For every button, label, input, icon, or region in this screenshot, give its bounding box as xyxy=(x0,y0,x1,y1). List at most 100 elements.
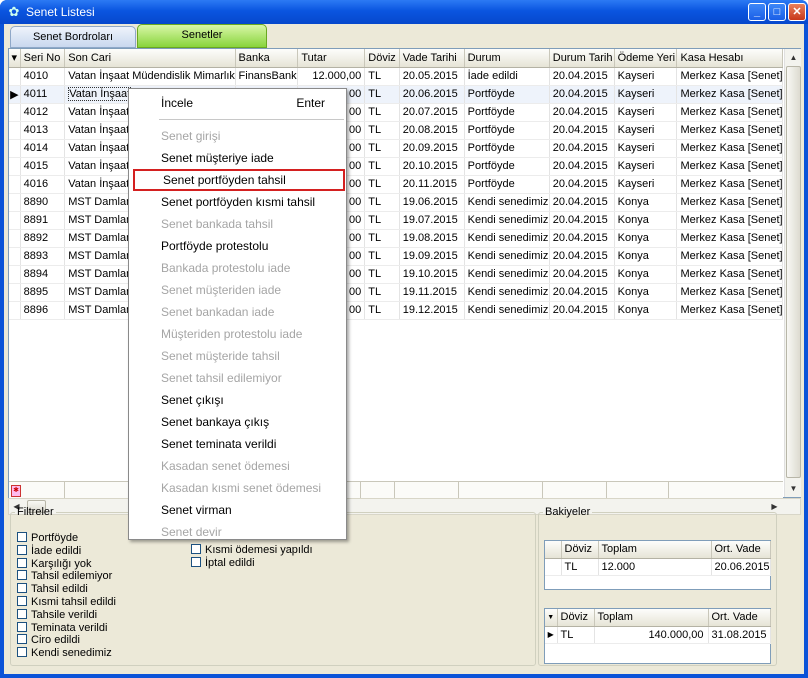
menu-item-senet-bankaya-cikis[interactable]: Senet bankaya çıkış xyxy=(133,411,345,433)
table-row[interactable]: 4012 Vatan İnşaat 00 TL 20.07.2015 Portföyde 2… xyxy=(9,103,783,122)
tab-senetler[interactable]: Senetler xyxy=(137,24,267,48)
balance2-col-toplam[interactable]: Toplam xyxy=(594,609,709,627)
minimize-button[interactable]: _ xyxy=(748,3,766,21)
cell-vade-tarihi: 20.09.2015 xyxy=(399,139,465,158)
balance1-col-doviz[interactable]: Döviz xyxy=(561,541,599,559)
checkbox[interactable] xyxy=(191,544,201,554)
filter-tahsile-verildi[interactable]: Tahsile verildi xyxy=(17,608,97,622)
row-indicator xyxy=(9,229,21,248)
filter-kismi-tahsil-edildi[interactable]: Kısmi tahsil edildi xyxy=(17,596,116,609)
filter-portfoyde[interactable]: Portföyde xyxy=(17,532,78,545)
filter-kendi-senedimiz[interactable]: Kendi senedimiz xyxy=(17,647,112,660)
balance1-col-ortvade[interactable]: Ort. Vade xyxy=(711,541,771,559)
menu-separator xyxy=(159,119,344,120)
column-header-kasa-hesabi[interactable]: Kasa Hesabı xyxy=(676,49,783,68)
column-header-vade-tarihi[interactable]: Vade Tarihi xyxy=(399,49,465,68)
column-header-banka[interactable]: Banka xyxy=(235,49,299,68)
menu-item-label: Bankada protestolu iade xyxy=(161,261,291,275)
cell-doviz: TL xyxy=(364,67,400,86)
column-header-durum-tarih[interactable]: Durum Tarih xyxy=(549,49,615,68)
column-header-seri-no[interactable]: Seri No xyxy=(20,49,66,68)
filter-kismi-odemesi-yapildi[interactable]: Kısmi ödemesi yapıldı xyxy=(191,544,313,557)
menu-item-portfoyde-protestolu[interactable]: Portföyde protestolu xyxy=(133,235,345,257)
checkbox[interactable] xyxy=(17,557,27,568)
table-row[interactable]: 4010 Vatan İnşaat Müdendislik Mimarlık Fin… xyxy=(9,67,783,86)
checkbox[interactable] xyxy=(17,634,27,645)
cell-doviz: TL xyxy=(364,121,400,140)
maximize-button[interactable]: □ xyxy=(768,3,786,21)
checkbox[interactable] xyxy=(17,583,27,594)
checkbox[interactable] xyxy=(17,596,27,606)
column-header-durum[interactable]: Durum xyxy=(464,49,550,68)
vertical-scrollbar[interactable]: ▲ ▼ xyxy=(784,49,801,497)
filter-i-ptal-edildi[interactable]: İptal edildi xyxy=(191,557,255,570)
menu-item-senet-virman[interactable]: Senet virman xyxy=(133,499,345,521)
cell-seri-no: 8894 xyxy=(20,265,66,284)
cell-durum: Kendi senedimiz xyxy=(464,193,550,212)
balance2-row[interactable]: ▶ TL 140.000,00 31.08.2015 xyxy=(545,626,771,644)
column-menu-icon[interactable]: ▾ xyxy=(9,49,21,68)
menu-item-senet-portfoyden-kismi-tahsil[interactable]: Senet portföyden kısmi tahsil xyxy=(133,191,345,213)
table-row[interactable]: 4014 Vatan İnşaat 00 TL 20.09.2015 Portföyde 2… xyxy=(9,139,783,158)
row-indicator xyxy=(9,139,21,158)
table-row[interactable]: 8892 MST Damlam 00 TL 19.08.2015 Kendi senedi… xyxy=(9,229,783,248)
client-area: Senet Bordroları Senetler ▾ Seri No Son Ca… xyxy=(4,24,804,674)
column-header-son-cari[interactable]: Son Cari xyxy=(64,49,236,68)
scroll-down-icon[interactable]: ▼ xyxy=(785,480,802,497)
checkbox[interactable] xyxy=(17,608,27,619)
filter-karsiligi-yok[interactable]: Karşılığı yok xyxy=(17,557,92,571)
title-bar[interactable]: ✿ Senet Listesi _ □ ✕ xyxy=(0,0,808,24)
table-row[interactable]: 8896 MST Damlam 00 TL 19.12.2015 Kendi senedi… xyxy=(9,301,783,320)
menu-item-senet-teminata-verildi[interactable]: Senet teminata verildi xyxy=(133,433,345,455)
table-row[interactable]: 8893 MST Damlam 00 TL 19.09.2015 Kendi senedi… xyxy=(9,247,783,266)
checkbox[interactable] xyxy=(17,621,27,632)
filter-ciro-edildi[interactable]: Ciro edildi xyxy=(17,634,80,647)
cell-odeme-yeri: Konya xyxy=(614,265,678,284)
menu-item-i-ncele[interactable]: İncele Enter xyxy=(133,92,345,114)
checkbox[interactable] xyxy=(17,544,27,555)
cell-kasa-hesabi: Merkez Kasa [Senet] xyxy=(676,121,783,140)
close-button[interactable]: ✕ xyxy=(788,3,806,21)
balance2-col-doviz[interactable]: Döviz xyxy=(557,609,595,627)
table-row[interactable]: 4013 Vatan İnşaat 00 TL 20.08.2015 Portföyde 2… xyxy=(9,121,783,140)
table-row[interactable]: 4016 Vatan İnşaat 00 TL 20.11.2015 Portföyde 2… xyxy=(9,175,783,194)
window: ✿ Senet Listesi _ □ ✕ Senet Bordroları S… xyxy=(0,0,808,678)
balance2-col-ortvade[interactable]: Ort. Vade xyxy=(708,609,771,627)
menu-item-label: Kasadan kısmi senet ödemesi xyxy=(161,481,322,495)
menu-item-senet-devir: Senet devir xyxy=(133,521,345,543)
cell-durum-tarih: 20.04.2015 xyxy=(549,229,615,248)
tab-senet-bordrolari[interactable]: Senet Bordroları xyxy=(10,26,136,48)
filter-teminata-verildi[interactable]: Teminata verildi xyxy=(17,621,107,635)
cell-odeme-yeri: Konya xyxy=(614,283,678,302)
menu-item-senet-portfoyden-tahsil[interactable]: Senet portföyden tahsil xyxy=(133,169,345,191)
table-row[interactable]: ▶ 4011 Vatan İnşaat 00 TL 20.06.2015 Portföyde… xyxy=(9,85,783,104)
table-row[interactable]: 8895 MST Damlam 00 TL 19.11.2015 Kendi senedi… xyxy=(9,283,783,302)
checkbox[interactable] xyxy=(191,557,201,567)
balance1-row[interactable]: TL 12.000 20.06.2015 xyxy=(545,558,771,576)
filter-tahsil-edilemiyor[interactable]: Tahsil edilemiyor xyxy=(17,570,112,583)
cell-kasa-hesabi: Merkez Kasa [Senet] xyxy=(676,85,783,104)
table-row[interactable]: 4015 Vatan İnşaat 00 TL 20.10.2015 Portföyde 2… xyxy=(9,157,783,176)
table-row[interactable]: 8894 MST Damlam 00 TL 19.10.2015 Kendi senedi… xyxy=(9,265,783,284)
column-header-tutar[interactable]: Tutar xyxy=(297,49,366,68)
column-header-odeme-yeri[interactable]: Ödeme Yeri xyxy=(614,49,678,68)
checkbox[interactable] xyxy=(17,532,27,542)
menu-item-senet-musteriye-iade[interactable]: Senet müşteriye iade xyxy=(133,147,345,169)
filter-tahsil-edildi[interactable]: Tahsil edildi xyxy=(17,583,88,596)
checkbox[interactable] xyxy=(17,647,27,658)
column-header-doviz[interactable]: Döviz xyxy=(364,49,400,68)
vertical-scroll-thumb[interactable] xyxy=(786,66,801,478)
cell-vade-tarihi: 19.11.2015 xyxy=(399,283,465,302)
filter-label: Portföyde xyxy=(31,532,79,544)
menu-item-senet-cikisi[interactable]: Senet çıkışı xyxy=(133,389,345,411)
balance2-col-menu-icon[interactable]: ▼ xyxy=(545,609,558,627)
table-row[interactable]: 8890 MST Damlam 00 TL 19.06.2015 Kendi senedi… xyxy=(9,193,783,212)
senet-table: ▾ Seri No Son Cari Banka Tutar Döviz Vade Tari… xyxy=(9,49,783,320)
cell-doviz: TL xyxy=(364,265,400,284)
menu-item-label: Senet teminata verildi xyxy=(161,437,277,451)
balance1-col-toplam[interactable]: Toplam xyxy=(598,541,712,559)
filter-i-ade-edildi[interactable]: İade edildi xyxy=(17,544,81,558)
table-row[interactable]: 8891 MST Damlam 00 TL 19.07.2015 Kendi senedi… xyxy=(9,211,783,230)
checkbox[interactable] xyxy=(17,570,27,581)
scroll-up-icon[interactable]: ▲ xyxy=(785,49,802,66)
